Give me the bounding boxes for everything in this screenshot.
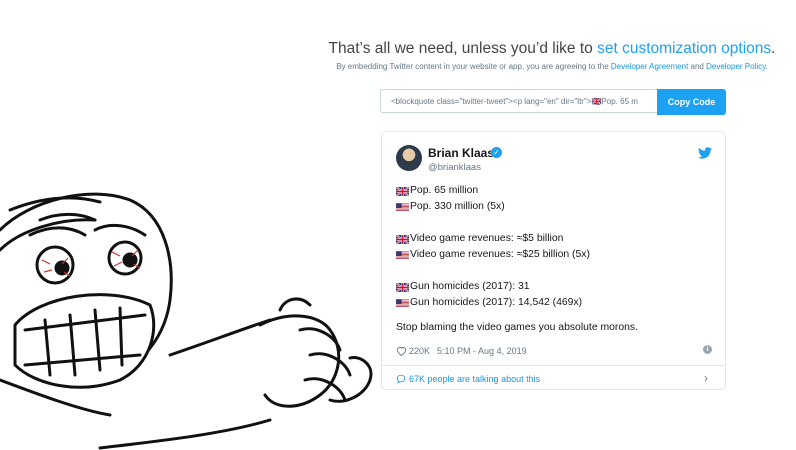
author-handle[interactable]: @brianklaas <box>428 162 481 173</box>
terms-and: and <box>688 62 707 71</box>
embed-code-field[interactable]: <blockquote class="twitter-tweet"><p lan… <box>380 89 657 113</box>
tweet-line: Video game revenues: ≈$5 billion <box>396 231 716 247</box>
info-icon[interactable]: i <box>703 345 712 354</box>
tweet-meta: 220K 5:10 PM - Aug 4, 2019 <box>396 346 527 356</box>
tweet-line-text: Gun homicides (2017): 31 <box>410 281 530 292</box>
customization-options-link[interactable]: set customization options <box>597 40 771 57</box>
rage-face-illustration <box>0 192 373 450</box>
headline-text: That’s all we need, unless you’d like to <box>328 40 598 57</box>
page-headline: That’s all we need, unless you’d like to… <box>300 40 796 58</box>
tweet-line-text: Pop. 330 million (5x) <box>410 201 505 212</box>
tweet-line-text: Video game revenues: ≈$25 billion (5x) <box>410 249 590 260</box>
twitter-bird-icon[interactable] <box>698 147 712 159</box>
tweet-timestamp[interactable]: 5:10 PM - Aug 4, 2019 <box>437 346 527 356</box>
tweet-closing-line: Stop blaming the video games you absolut… <box>396 322 639 333</box>
tweet-line: Video game revenues: ≈$25 billion (5x) <box>396 247 716 263</box>
conversation-text[interactable]: 67K people are talking about this <box>409 374 540 384</box>
developer-agreement-link[interactable]: Developer Agreement <box>611 62 688 71</box>
tweet-line-text: Pop. 65 million <box>410 185 479 196</box>
terms-period: . <box>765 62 768 71</box>
embed-code-row: <blockquote class="twitter-tweet"><p lan… <box>380 89 726 115</box>
copy-code-button[interactable]: Copy Code <box>657 89 726 115</box>
tweet-line: Gun homicides (2017): 31 <box>396 279 716 295</box>
verified-badge-icon: ✓ <box>491 147 502 158</box>
tweet-line-text: Video game revenues: ≈$5 billion <box>410 233 564 244</box>
tweet-line: Gun homicides (2017): 14,542 (469x) <box>396 295 716 311</box>
terms-text: By embedding Twitter content in your web… <box>336 62 611 71</box>
tweet-line-text: Gun homicides (2017): 14,542 (469x) <box>410 297 583 308</box>
tweet-card: Brian Klaas ✓ @brianklaas Pop. 65 millio… <box>381 131 726 390</box>
tweet-body: Pop. 65 million Pop. 330 million (5x) Vi… <box>396 183 716 311</box>
conversation-link[interactable]: 67K people are talking about this <box>396 374 540 384</box>
card-divider <box>382 365 725 366</box>
terms-notice: By embedding Twitter content in your web… <box>300 62 796 71</box>
like-count[interactable]: 220K <box>409 346 430 356</box>
author-name[interactable]: Brian Klaas <box>428 146 494 160</box>
chevron-right-icon[interactable]: › <box>704 371 708 385</box>
headline-period: . <box>771 40 776 57</box>
tweet-line: Pop. 65 million <box>396 183 716 199</box>
tweet-line: Pop. 330 million (5x) <box>396 199 716 215</box>
developer-policy-link[interactable]: Developer Policy <box>706 62 765 71</box>
avatar[interactable] <box>396 145 422 171</box>
